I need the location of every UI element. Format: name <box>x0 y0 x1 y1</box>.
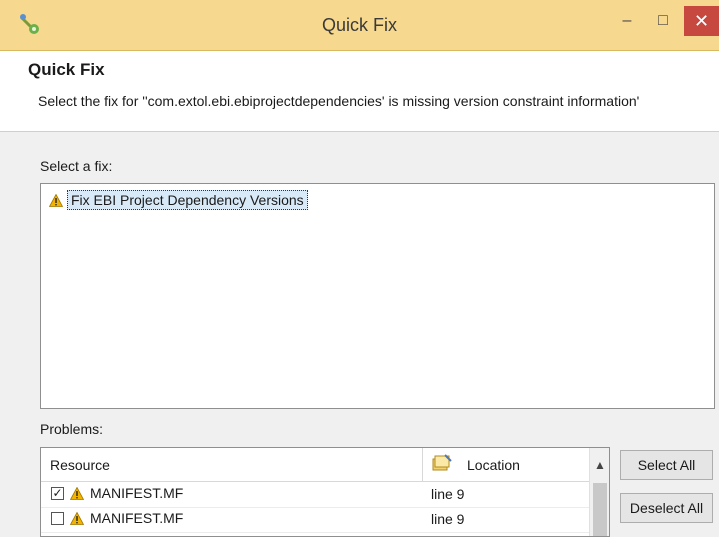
problems-table[interactable]: Resource Location ✓ MANIFEST.MF line 9 M… <box>40 447 610 537</box>
select-all-button[interactable]: Select All <box>620 450 713 480</box>
problems-label: Problems: <box>40 421 104 437</box>
table-row[interactable]: ✓ MANIFEST.MF line 9 <box>41 482 589 508</box>
row-checkbox[interactable]: ✓ <box>51 486 64 500</box>
minimize-button[interactable]: – <box>612 8 642 34</box>
column-divider[interactable] <box>422 448 423 481</box>
table-header: Resource Location <box>41 448 589 482</box>
resource-name: MANIFEST.MF <box>90 485 184 501</box>
scroll-up-button[interactable]: ▲ <box>590 448 609 481</box>
row-checkbox[interactable] <box>51 511 64 525</box>
maximize-icon: □ <box>658 12 668 29</box>
close-button[interactable]: ✕ <box>684 6 719 36</box>
title-bar: Quick Fix – □ ✕ <box>0 0 719 51</box>
fix-item[interactable]: Fix EBI Project Dependency Versions <box>48 189 308 211</box>
scroll-thumb[interactable] <box>593 483 607 536</box>
location-column-label: Location <box>467 456 520 473</box>
location-column-header[interactable]: Location <box>431 453 520 476</box>
dialog-description: Select the fix for ''com.extol.ebi.ebipr… <box>38 93 640 109</box>
warning-icon <box>69 511 85 525</box>
location-cell: line 9 <box>431 486 465 502</box>
table-row[interactable]: MANIFEST.MF line 9 <box>41 507 589 533</box>
location-icon <box>431 453 453 476</box>
minimize-icon: – <box>622 12 632 29</box>
close-icon: ✕ <box>693 10 710 31</box>
resource-cell: ✓ MANIFEST.MF <box>51 485 183 501</box>
check-icon: ✓ <box>52 486 63 500</box>
fix-item-label: Fix EBI Project Dependency Versions <box>67 190 308 210</box>
location-cell: line 9 <box>431 511 465 527</box>
vertical-scrollbar[interactable]: ▲ <box>589 448 609 536</box>
warning-icon <box>48 193 64 207</box>
chevron-up-icon: ▲ <box>594 457 606 472</box>
dialog-title: Quick Fix <box>28 60 105 79</box>
resource-column-header[interactable]: Resource <box>50 457 110 473</box>
resource-cell: MANIFEST.MF <box>51 510 183 526</box>
maximize-button[interactable]: □ <box>648 8 678 34</box>
select-fix-label: Select a fix: <box>40 158 113 174</box>
warning-icon <box>69 486 85 500</box>
resource-name: MANIFEST.MF <box>90 510 184 526</box>
dialog-header: Quick Fix Select the fix for ''com.extol… <box>0 51 719 132</box>
deselect-all-button[interactable]: Deselect All <box>620 493 713 523</box>
fix-list[interactable]: Fix EBI Project Dependency Versions <box>40 183 715 409</box>
